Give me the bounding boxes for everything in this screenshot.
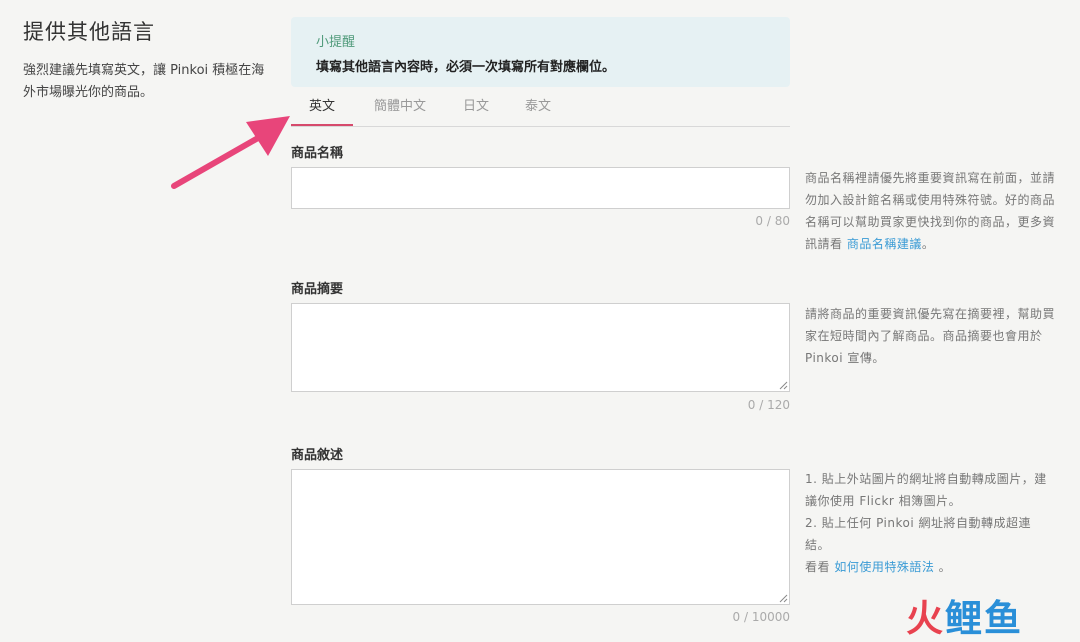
product-description-help-line-3: 看看 如何使用特殊語法 。: [805, 556, 1055, 578]
watermark-logo: 火鲤鱼: [906, 588, 1023, 642]
section-title: 提供其他語言: [23, 20, 155, 44]
special-syntax-link[interactable]: 如何使用特殊語法: [834, 560, 934, 574]
product-name-guide-link[interactable]: 商品名稱建議: [847, 237, 922, 251]
watermark-part-2: 鲤鱼: [945, 597, 1023, 640]
tip-box: 小提醒 填寫其他語言內容時，必須一次填寫所有對應欄位。: [291, 17, 790, 87]
product-description-help: 1. 貼上外站圖片的網址將自動轉成圖片，建議你使用 Flickr 相簿圖片。 2…: [805, 468, 1055, 578]
product-description-textarea[interactable]: [291, 469, 790, 605]
product-summary-counter: 0 / 120: [747, 398, 790, 412]
arrow-icon: [171, 116, 290, 189]
tab-japanese[interactable]: 日文: [449, 96, 503, 126]
watermark-part-1: 火: [906, 597, 945, 640]
tab-simplified-chinese[interactable]: 簡體中文: [367, 96, 433, 126]
product-name-input[interactable]: [291, 167, 790, 209]
product-description-counter: 0 / 10000: [732, 610, 790, 624]
section-description: 強烈建議先填寫英文，讓 Pinkoi 積極在海外市場曝光你的商品。: [23, 63, 265, 100]
tip-title: 小提醒: [316, 35, 356, 50]
product-description-help-line-2: 2. 貼上任何 Pinkoi 網址將自動轉成超連結。: [805, 516, 1032, 552]
product-summary-label: 商品摘要: [291, 282, 344, 297]
tab-english[interactable]: 英文: [291, 96, 353, 126]
help-prefix: 看看: [805, 560, 835, 574]
product-description-label: 商品敘述: [291, 448, 344, 463]
product-description-field: [291, 469, 790, 605]
product-name-help-suffix: 。: [921, 237, 935, 251]
product-summary-textarea[interactable]: [291, 303, 790, 392]
resize-handle-icon[interactable]: [779, 381, 788, 390]
product-name-counter: 0 / 80: [755, 214, 790, 228]
help-suffix: 。: [934, 560, 952, 574]
product-name-help: 商品名稱裡請優先將重要資訊寫在前面，並請勿加入設計館名稱或使用特殊符號。好的商品…: [805, 167, 1055, 255]
product-name-label: 商品名稱: [291, 146, 344, 161]
resize-handle-icon[interactable]: [779, 594, 788, 603]
tip-body: 填寫其他語言內容時，必須一次填寫所有對應欄位。: [316, 60, 616, 75]
product-description-help-line-1: 1. 貼上外站圖片的網址將自動轉成圖片，建議你使用 Flickr 相簿圖片。: [805, 472, 1047, 508]
tab-thai[interactable]: 泰文: [511, 96, 565, 126]
language-tabs: 英文 簡體中文 日文 泰文: [291, 96, 790, 127]
product-summary-help: 請將商品的重要資訊優先寫在摘要裡，幫助買家在短時間內了解商品。商品摘要也會用於 …: [805, 307, 1056, 365]
product-summary-field: [291, 303, 790, 392]
